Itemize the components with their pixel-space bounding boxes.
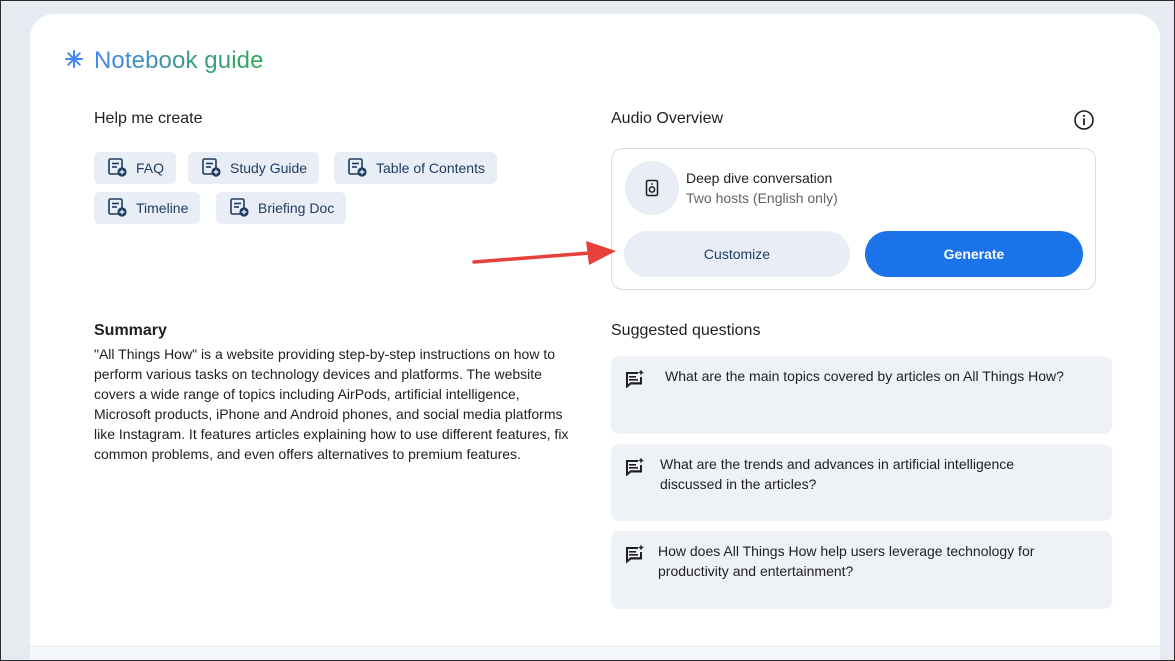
question-text: How does All Things How help users lever…: [658, 543, 1035, 579]
summary-heading: Summary: [94, 322, 167, 339]
chip-label: FAQ: [136, 160, 165, 176]
page-title: Notebook guide: [94, 47, 264, 74]
speaker-icon: [625, 161, 679, 215]
info-icon[interactable]: [1073, 109, 1095, 131]
header: Notebook guide: [64, 46, 264, 76]
help-me-create-heading: Help me create: [94, 110, 203, 127]
audio-card-title: Deep dive conversation: [686, 170, 833, 186]
audio-card-subtitle: Two hosts (English only): [686, 190, 838, 206]
note-add-icon: [106, 196, 128, 221]
chip-timeline[interactable]: Timeline: [94, 192, 201, 224]
audio-overview-heading: Audio Overview: [611, 110, 724, 127]
sparkle-asterisk-icon: [64, 49, 84, 74]
note-add-icon: [200, 156, 222, 181]
suggested-question[interactable]: How does All Things How help users lever…: [611, 531, 1112, 609]
chip-label: Table of Contents: [376, 160, 485, 176]
audio-overview-card: Deep dive conversation Two hosts (Englis…: [611, 148, 1096, 290]
customize-button[interactable]: Customize: [624, 231, 850, 277]
panel-footer-strip: [30, 646, 1160, 661]
summary-text: "All Things How" is a website providing …: [94, 346, 569, 462]
note-add-icon: [346, 156, 368, 181]
note-add-icon: [106, 156, 128, 181]
question-text: What are the trends and advances in arti…: [660, 456, 1015, 492]
suggested-question[interactable]: What are the main topics covered by arti…: [611, 356, 1112, 434]
annotation-arrow-icon: [472, 241, 616, 265]
chip-briefing-doc[interactable]: Briefing Doc: [216, 192, 347, 224]
generate-button[interactable]: Generate: [865, 231, 1083, 277]
suggested-question[interactable]: What are the trends and advances in arti…: [611, 444, 1112, 521]
suggested-questions-heading: Suggested questions: [611, 322, 761, 339]
chip-label: Briefing Doc: [258, 200, 335, 216]
chip-study-guide[interactable]: Study Guide: [188, 152, 320, 184]
question-text: What are the main topics covered by arti…: [665, 368, 1064, 384]
note-add-icon: [228, 196, 250, 221]
chip-label: Study Guide: [230, 160, 308, 176]
chip-label: Timeline: [136, 200, 189, 216]
chip-table-of-contents[interactable]: Table of Contents: [334, 152, 497, 184]
chip-faq[interactable]: FAQ: [94, 152, 177, 184]
